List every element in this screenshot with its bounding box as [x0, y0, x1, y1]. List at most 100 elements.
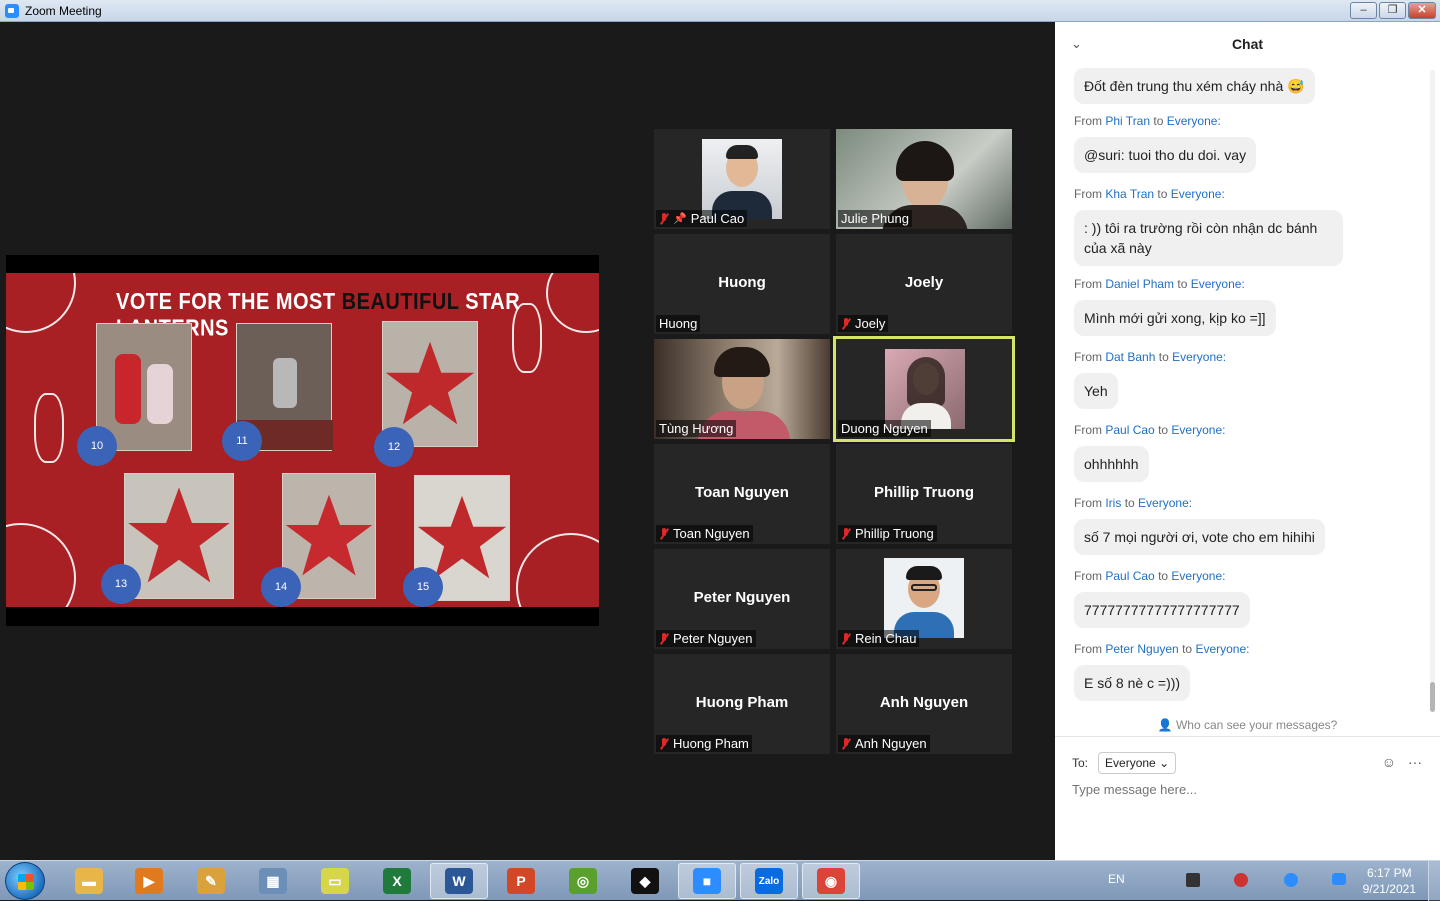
taskbar-zoom-button[interactable]: ■ [678, 863, 736, 899]
start-button[interactable] [5, 862, 45, 900]
participant-display-name: Toan Nguyen [695, 484, 789, 501]
who-can-see-link[interactable]: 👤 Who can see your messages? [1055, 718, 1440, 732]
lantern-number-badge: 11 [222, 421, 262, 461]
system-clock[interactable]: 6:17 PM 9/21/2021 [1363, 865, 1416, 897]
participant-avatar [702, 139, 782, 219]
chat-message-header: From Daniel Pham to Everyone: [1074, 277, 1245, 291]
chat-message-header: From Iris to Everyone: [1074, 496, 1193, 510]
slide-ornament [6, 273, 76, 333]
participant-name-label: Joely [838, 315, 889, 332]
screen-share[interactable]: VOTE FOR THE MOST BEAUTIFUL STAR LANTERN… [6, 255, 599, 626]
lantern-number-badge: 10 [77, 426, 117, 466]
maximize-button[interactable]: ❐ [1379, 2, 1406, 19]
participant-tile-phillip-truong[interactable]: Phillip Truong Phillip Truong [836, 444, 1012, 544]
muted-mic-icon [659, 212, 669, 225]
window-title: Zoom Meeting [25, 3, 102, 18]
emoji-icon[interactable]: ☺ [1382, 754, 1396, 770]
to-label: To: [1072, 756, 1089, 770]
chat-scrollbar[interactable] [1430, 70, 1435, 710]
muted-mic-icon [659, 632, 669, 645]
taskbar-excel-button[interactable]: X [368, 863, 426, 899]
chrome-icon: ◉ [817, 868, 845, 894]
participant-tile-huong[interactable]: Huong Huong [654, 234, 830, 334]
participant-tile-rein-chau[interactable]: Rein Chau [836, 549, 1012, 649]
taskbar-app-green-button[interactable]: ◎ [554, 863, 612, 899]
chat-message-bubble: @suri: tuoi tho du doi. vay [1074, 137, 1257, 173]
taskbar-garena-button[interactable]: ◆ [616, 863, 674, 899]
minimize-button[interactable]: – [1350, 2, 1377, 19]
participant-tile-duong-nguyen[interactable]: Duong Nguyen [833, 336, 1015, 442]
muted-mic-icon [659, 527, 669, 540]
garena-icon: ◆ [631, 868, 659, 894]
taskbar-zalo-button[interactable]: Zalo [740, 863, 798, 899]
chat-message-bubble: Mình mới gửi xong, kịp ko =]] [1074, 300, 1276, 336]
taskbar-media-player-button[interactable]: ▶ [120, 863, 178, 899]
chat-message-header: From Kha Tran to Everyone: [1074, 187, 1225, 201]
chat-message-bubble: : )) tôi ra trường rồi còn nhận dc bánh … [1074, 210, 1343, 266]
more-options-icon[interactable]: ··· [1408, 754, 1422, 770]
chat-panel: ⌄ Chat Đốt đèn trung thu xém cháy nhà 😅 … [1055, 22, 1440, 860]
zalo-icon: Zalo [755, 868, 783, 894]
participant-tile-tung-huong[interactable]: Tùng Hương [654, 339, 830, 439]
chat-message-header: From Dat Banh to Everyone: [1074, 350, 1227, 364]
lantern-number-badge: 13 [101, 564, 141, 604]
tray-notification-icon[interactable] [1284, 873, 1298, 887]
taskbar-chrome-button[interactable]: ◉ [802, 863, 860, 899]
participant-name-label: Anh Nguyen [838, 735, 930, 752]
chevron-down-icon: ⌄ [1159, 756, 1170, 770]
participant-tile-huong-pham[interactable]: Huong Pham Huong Pham [654, 654, 830, 754]
chat-message-bubble: E số 8 nè c =))) [1074, 665, 1191, 701]
chat-title: Chat [1231, 36, 1264, 52]
chat-messages[interactable]: Đốt đèn trung thu xém cháy nhà 😅 From Ph… [1055, 66, 1440, 714]
recipient-dropdown[interactable]: Everyone ⌄ [1098, 752, 1177, 774]
tray-app-icon[interactable] [1186, 873, 1200, 887]
participant-name-label: Rein Chau [838, 630, 920, 647]
taskbar-powerpoint-button[interactable]: P [492, 863, 550, 899]
participant-tile-julie-phung[interactable]: Julie Phung [836, 129, 1012, 229]
participant-avatar [885, 349, 965, 429]
participant-tile-paul-cao[interactable]: 📌 Paul Cao [654, 129, 830, 229]
participant-display-name: Peter Nguyen [693, 589, 791, 606]
sticky-notes-icon: ▭ [321, 868, 349, 894]
participant-avatar [884, 558, 964, 638]
close-button[interactable]: ✕ [1408, 2, 1436, 19]
chat-scrollbar-thumb[interactable] [1430, 682, 1435, 712]
participant-name-label: Duong Nguyen [838, 420, 931, 437]
participant-name-label: Phillip Truong [838, 525, 937, 542]
windows-taskbar: ▬ ▶ ✎ ▦ ▭ X W P ◎ ◆ ■ Zalo ◉ EN 6:17 PM 9/21/2021 [0, 860, 1440, 901]
participant-tile-joely[interactable]: Joely Joely [836, 234, 1012, 334]
speaker-muted-icon[interactable] [1234, 873, 1248, 887]
app-green-icon: ◎ [569, 868, 597, 894]
taskbar-paint-button[interactable]: ✎ [182, 863, 240, 899]
zoom-icon: ■ [693, 868, 721, 894]
lantern-number-badge: 12 [374, 427, 414, 467]
chat-message-bubble: 77777777777777777777 [1074, 592, 1250, 628]
chat-message-bubble: Yeh [1074, 373, 1118, 409]
chat-divider [1055, 736, 1440, 737]
language-indicator[interactable]: EN [1108, 872, 1125, 886]
participant-tile-anh-nguyen[interactable]: Anh Nguyen Anh Nguyen [836, 654, 1012, 754]
participant-tile-toan-nguyen[interactable]: Toan Nguyen Toan Nguyen [654, 444, 830, 544]
media-player-icon: ▶ [135, 868, 163, 894]
taskbar-folder-button[interactable]: ▬ [60, 863, 118, 899]
participant-name-label: Peter Nguyen [656, 630, 756, 647]
participant-name-label: Huong Pham [656, 735, 752, 752]
calculator-icon: ▦ [259, 868, 287, 894]
zoom-tray-icon[interactable] [1332, 873, 1346, 885]
paint-icon: ✎ [197, 868, 225, 894]
chat-message-bubble: ohhhhhh [1074, 446, 1149, 482]
participant-tile-peter-nguyen[interactable]: Peter Nguyen Peter Nguyen [654, 549, 830, 649]
taskbar-word-button[interactable]: W [430, 863, 488, 899]
participant-display-name: Anh Nguyen [879, 694, 969, 711]
participant-display-name: Huong [718, 274, 766, 291]
powerpoint-icon: P [507, 868, 535, 894]
show-desktop-button[interactable] [1428, 861, 1440, 901]
pin-icon: 📌 [673, 213, 687, 225]
taskbar-calculator-button[interactable]: ▦ [244, 863, 302, 899]
muted-mic-icon [841, 527, 851, 540]
taskbar-sticky-notes-button[interactable]: ▭ [306, 863, 364, 899]
window-titlebar: Zoom Meeting – ❐ ✕ [0, 0, 1440, 22]
chat-message-input[interactable] [1072, 782, 1422, 797]
shared-slide: VOTE FOR THE MOST BEAUTIFUL STAR LANTERN… [6, 273, 599, 607]
participant-display-name: Joely [904, 274, 944, 291]
